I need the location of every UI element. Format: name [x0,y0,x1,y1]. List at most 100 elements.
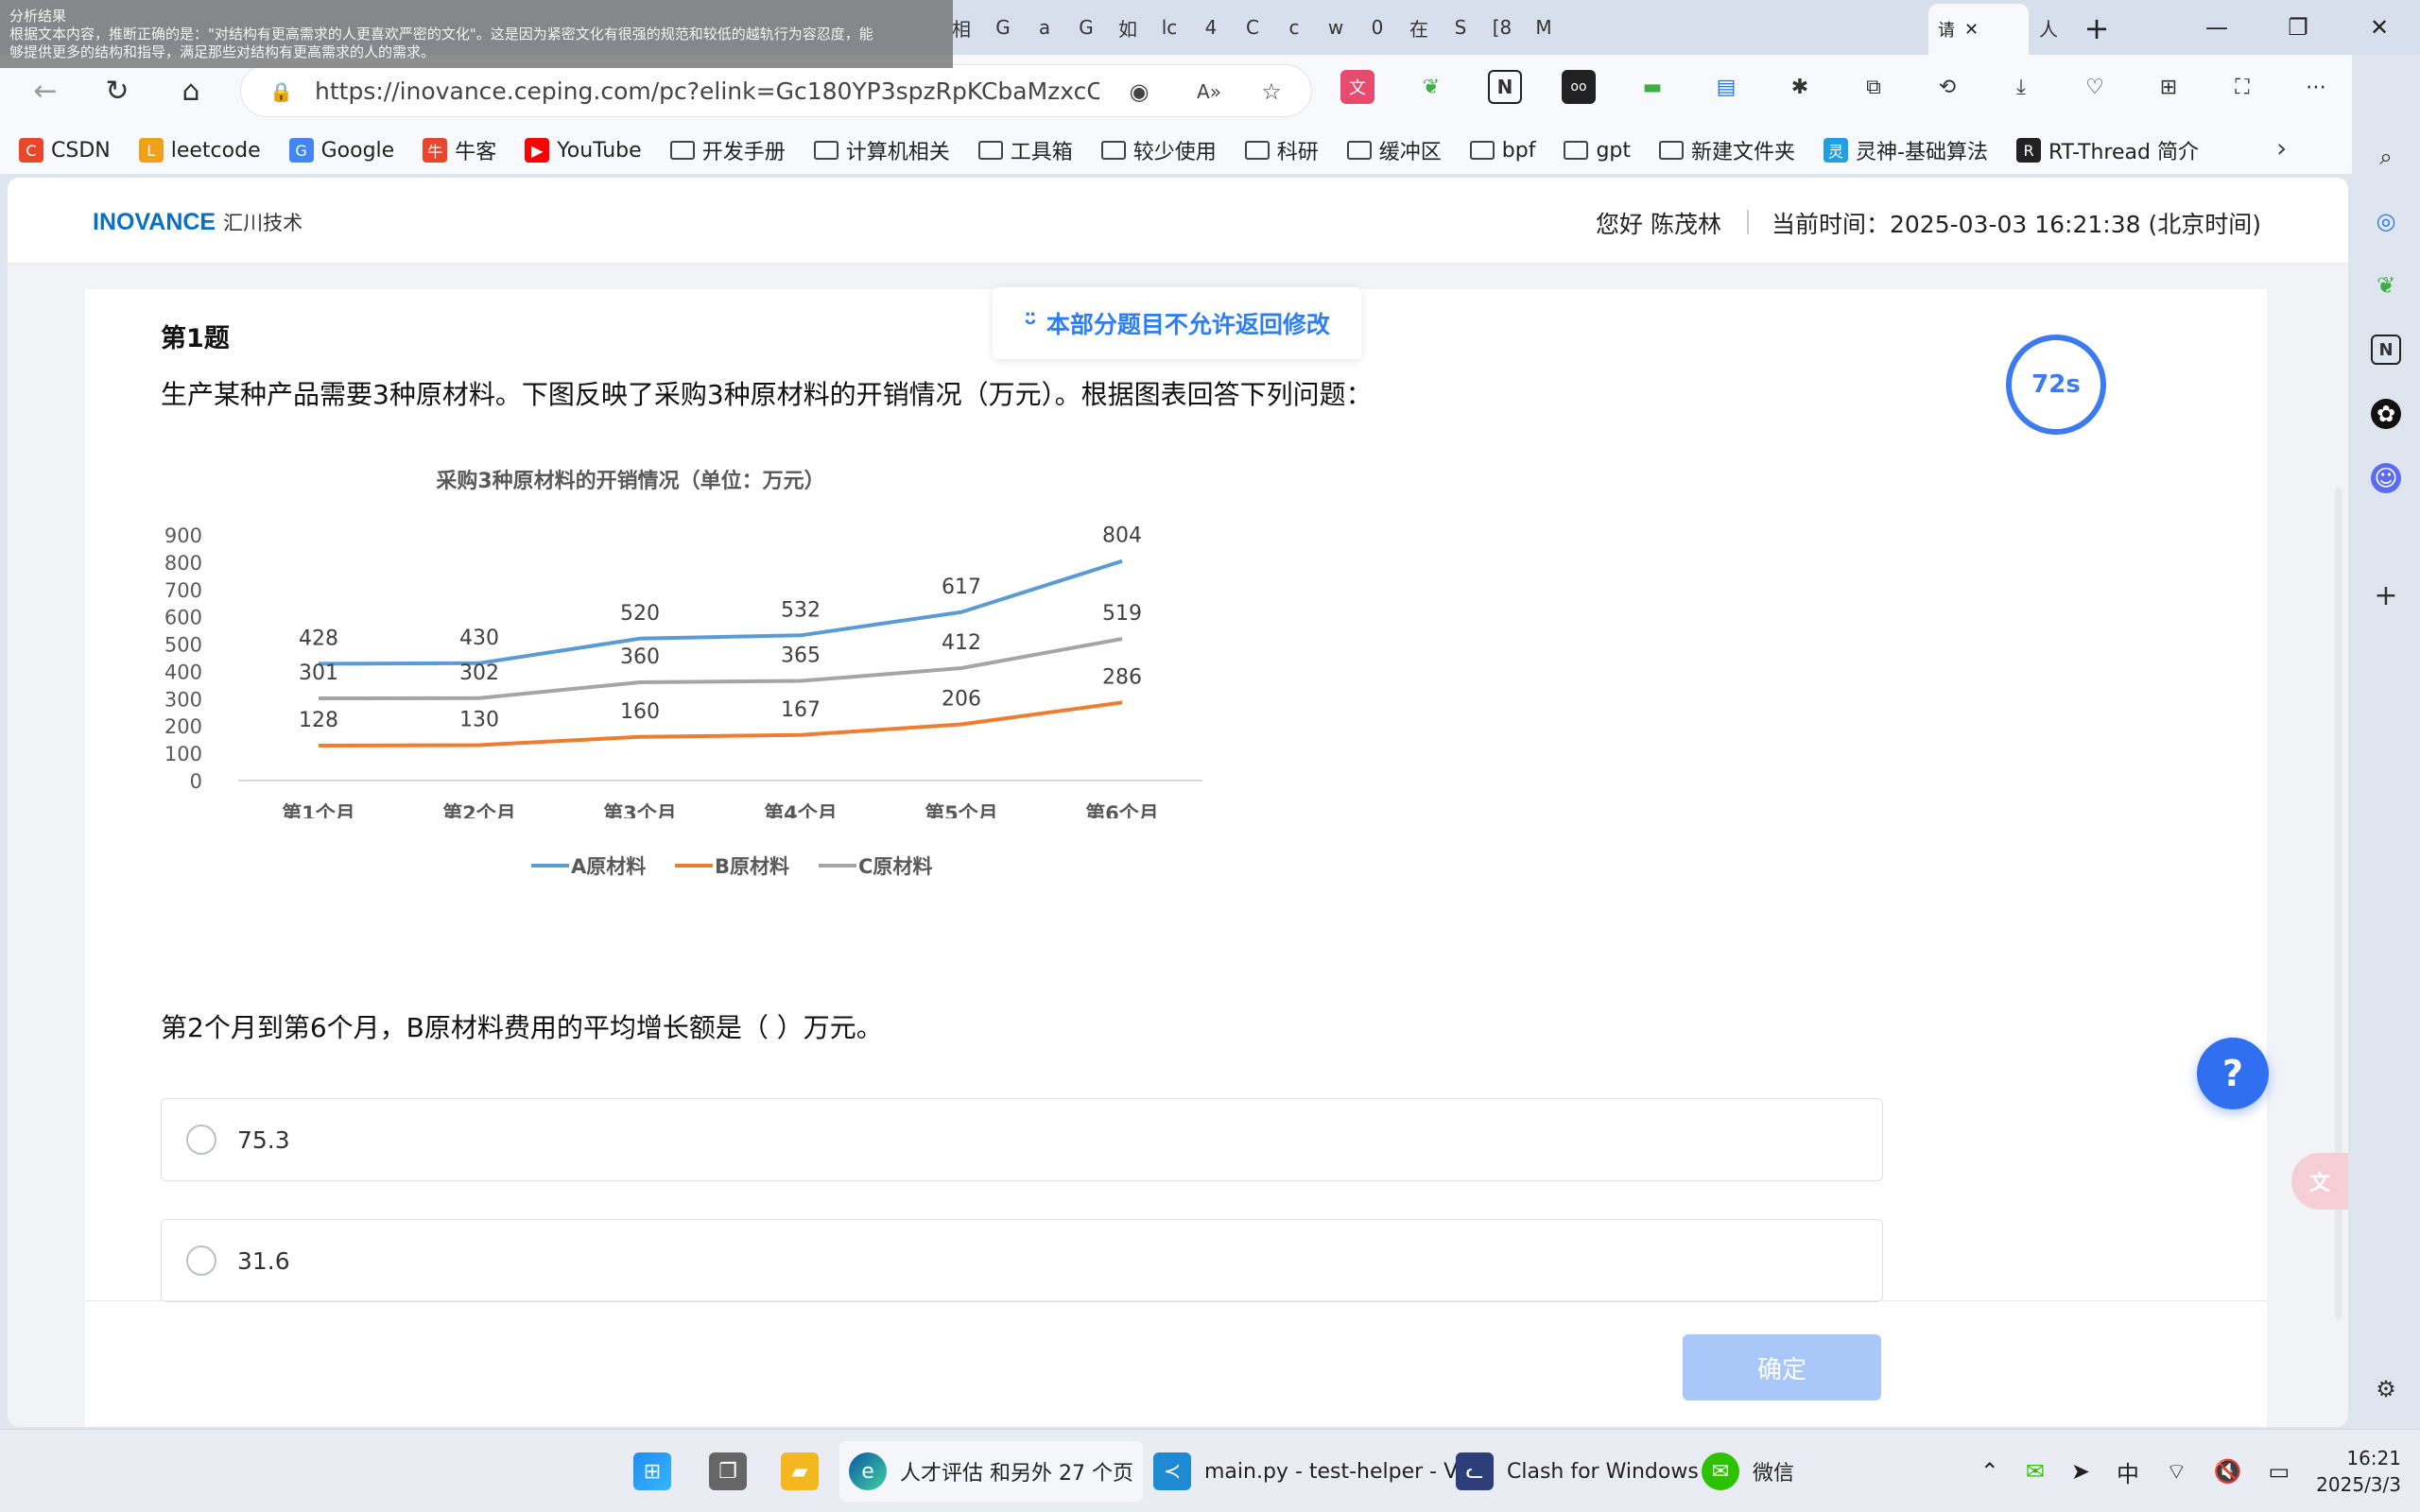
radio-option-1[interactable] [186,1125,216,1155]
split-screen-icon[interactable]: ⧉ [1857,70,1891,104]
file-extension-icon[interactable]: ▤ [1709,70,1743,104]
bookmark-favicon-icon: G [288,138,314,163]
bookmark-3[interactable]: G Google [288,138,394,163]
read-aloud-icon[interactable]: A» [1194,77,1224,107]
sidebar-settings-icon[interactable]: ⚙ [2371,1374,2401,1404]
collections-icon[interactable]: ⊞ [2152,70,2186,104]
data-label: 519 [1102,602,1142,626]
x-tick-label: 第3个月 [603,802,677,818]
tab-12[interactable]: 在 [1403,11,1435,43]
bookmark-5[interactable]: ▶ YouTube [525,138,642,163]
taskbar-clash[interactable]: ᓚ Clash for Windows [1446,1441,1708,1502]
tab-10[interactable]: w [1320,11,1352,43]
bookmark-13[interactable]: gpt [1564,139,1631,163]
tab-11[interactable]: 0 [1361,11,1393,43]
tray-chevron-up-icon[interactable]: ⌃ [1980,1458,1999,1485]
printer-icon[interactable]: ▬ [1635,70,1669,104]
y-tick-label: 300 [164,688,202,711]
bookmark-7[interactable]: 计算机相关 [813,135,950,165]
tray-wechat-icon[interactable]: ✉ [2026,1458,2045,1485]
close-button[interactable]: ✕ [2339,0,2420,55]
tab-8[interactable]: C [1236,11,1269,43]
leaf-extension-icon[interactable]: ❦ [1414,70,1448,104]
sidebar-leaf-icon[interactable]: ❦ [2371,270,2401,301]
download-icon[interactable]: ⤓ [2004,70,2038,104]
tab-7[interactable]: 4 [1195,11,1227,43]
tab-15[interactable]: M [1528,11,1560,43]
bookmark-16[interactable]: R RT-Thread 简介 [2016,135,2199,165]
taskbar-vscode-label: main.py - test-helper - V [1204,1459,1459,1484]
glasses-extension-icon[interactable]: oo [1562,70,1596,104]
folder-icon [1244,141,1270,160]
bookmark-6[interactable]: 开发手册 [669,135,786,165]
bookmark-2[interactable]: Lleetcode [138,138,261,163]
sidebar-bot-icon[interactable]: ☺ [2371,463,2401,493]
sidebar-chatgpt-icon[interactable]: ✿ [2371,399,2401,429]
edge-icon[interactable]: ◉ [1124,77,1154,107]
tab-3[interactable]: a [1028,11,1061,43]
bookmark-1[interactable]: C CSDN [19,138,111,163]
address-bar[interactable]: 🔒 https://inovance.ceping.com/pc?elink=G… [240,64,1312,117]
tab-5[interactable]: 如 [1112,11,1144,43]
heartbeat-icon[interactable]: ♡ [2078,70,2112,104]
active-tab[interactable]: 请 ✕ [1928,4,2029,55]
bookmark-12[interactable]: bpf [1469,139,1535,163]
new-tab-button[interactable]: + [2078,9,2116,47]
radio-option-2[interactable] [186,1246,216,1276]
tab-close-icon[interactable]: ✕ [1964,20,1979,40]
favorite-star-icon[interactable]: ☆ [1256,77,1287,107]
tab-6[interactable]: lc [1153,11,1185,43]
tray-send-icon[interactable]: ➤ [2071,1458,2090,1485]
sidebar-add-icon[interactable]: + [2371,579,2401,612]
bookmarks-more-icon[interactable]: › [2276,132,2363,163]
translate-extension-icon[interactable]: 文 [1340,70,1374,104]
help-button[interactable]: ? [2197,1038,2269,1109]
bookmark-10[interactable]: 科研 [1244,135,1319,165]
translate-float-icon[interactable]: 文 [2291,1153,2348,1210]
tab-4[interactable]: G [1070,11,1102,43]
tab-13[interactable]: S [1444,11,1477,43]
start-button[interactable]: ⊞ [624,1441,681,1502]
screenshot-icon[interactable]: ⛶ [2225,70,2259,104]
x-tick-label: 第6个月 [1085,802,1159,818]
minimize-button[interactable]: — [2176,0,2257,55]
more-icon[interactable]: ⋯ [2299,70,2333,104]
bookmark-11[interactable]: 缓冲区 [1346,135,1442,165]
bookmark-9[interactable]: 较少使用 [1100,135,1217,165]
home-icon[interactable]: ⌂ [172,72,210,110]
ime-indicator[interactable]: 中 [2117,1455,2139,1488]
tab-9[interactable]: c [1278,11,1310,43]
history-icon[interactable]: ⟲ [1930,70,1964,104]
lock-icon[interactable]: 🔒 [269,80,293,103]
web-page: INOVANCE 汇川技术 您好 陈茂林 当前时间：2025-03-03 16:2… [8,178,2348,1427]
taskbar-edge[interactable]: e 人才评估 和另外 27 个页 [839,1441,1143,1502]
bookmark-15[interactable]: 灵灵神-基础算法 [1824,135,1988,165]
task-view-button[interactable]: ❐ [700,1441,756,1502]
sidebar-search-icon[interactable]: ⌕ [2371,142,2401,172]
next-tab[interactable]: 人 [2032,11,2065,43]
bookmark-4[interactable]: 牛牛客 [423,135,496,165]
confirm-button[interactable]: 确定 [1683,1334,1881,1400]
data-label: 286 [1102,665,1142,689]
option-2[interactable]: 31.6 [161,1219,1883,1302]
restore-button[interactable]: ❐ [2257,0,2339,55]
sidebar-notion-icon[interactable]: N [2371,335,2401,365]
tab-14[interactable]: [8 [1486,11,1518,43]
bookmark-8[interactable]: 工具箱 [977,135,1073,165]
wifi-icon[interactable]: ⌔ [2166,1457,2187,1486]
refresh-icon[interactable]: ↻ [98,72,136,110]
bookmark-14[interactable]: 新建文件夹 [1659,135,1795,165]
notion-icon[interactable]: N [1488,70,1522,104]
file-explorer-button[interactable]: ▰ [771,1441,828,1502]
back-icon[interactable]: ← [26,72,64,110]
sidebar-copilot-icon[interactable]: ◎ [2371,206,2401,236]
taskbar-vscode[interactable]: ≺ main.py - test-helper - V [1144,1441,1467,1502]
puzzle-icon[interactable]: ✱ [1783,70,1817,104]
tab-2[interactable]: G [987,11,1019,43]
option-1[interactable]: 75.3 [161,1098,1883,1181]
taskbar-clock[interactable]: 16:21 2025/3/3 [2316,1445,2401,1498]
speaker-muted-icon[interactable]: 🔇 [2214,1458,2242,1485]
battery-icon[interactable]: ▭ [2268,1458,2290,1485]
sub-question: 第2个月到第6个月，B原材料费用的平均增长额是（ ）万元。 [161,1012,883,1043]
taskbar-wechat[interactable]: ✉ 微信 [1692,1441,1804,1502]
